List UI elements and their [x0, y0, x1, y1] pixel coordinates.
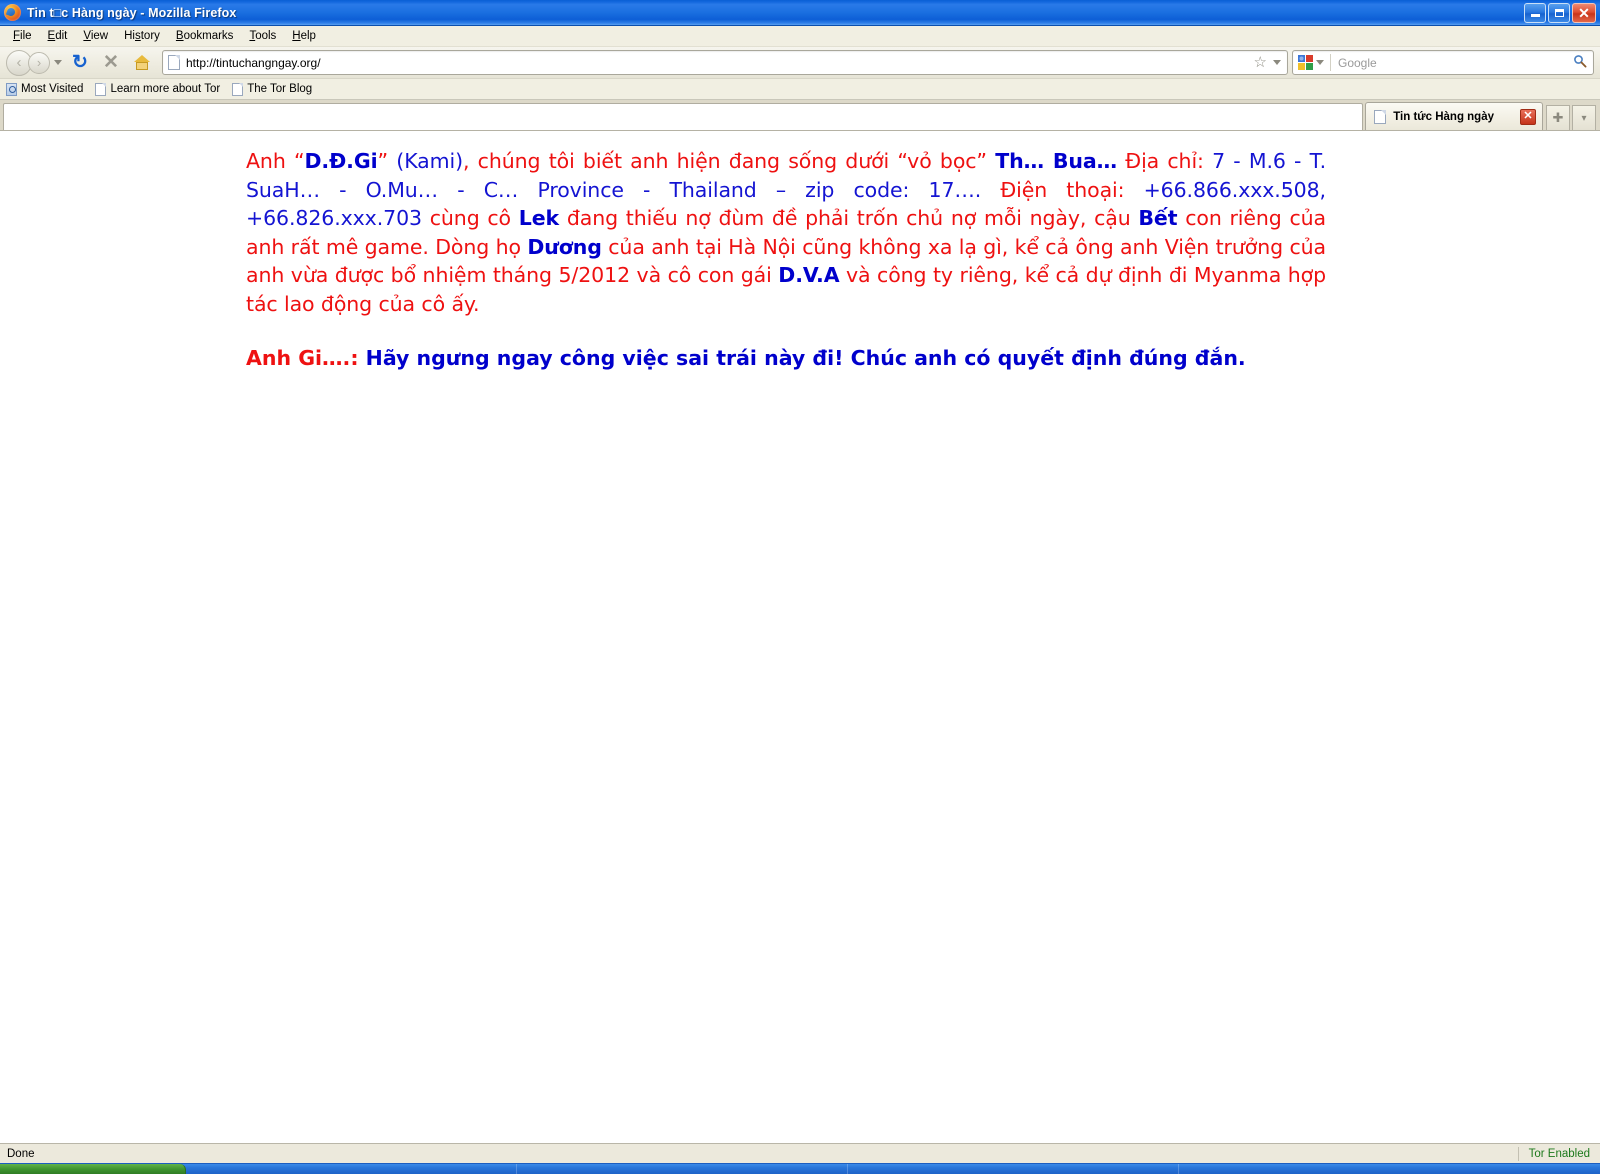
taskbar-item[interactable]	[848, 1164, 1178, 1174]
new-tab-button[interactable]: ✚	[1546, 105, 1570, 130]
minimize-icon	[1530, 14, 1540, 17]
paragraph-main: Anh “D.Đ.Gi” (Kami), chúng tôi biết anh …	[246, 147, 1326, 319]
most-visited-icon	[6, 82, 17, 96]
menu-help[interactable]: Help	[284, 28, 324, 44]
menu-history[interactable]: History	[116, 28, 168, 44]
taskbar-item[interactable]	[186, 1164, 516, 1174]
text-segment: Lek	[518, 206, 560, 231]
bookmark-the-tor-blog[interactable]: The Tor Blog	[232, 82, 313, 96]
text-segment: Anh “	[246, 149, 305, 173]
chevron-down-icon[interactable]	[1273, 60, 1281, 65]
tab-list-button[interactable]: ▾	[1572, 105, 1596, 130]
divider	[1178, 1164, 1179, 1174]
status-text: Done	[7, 1147, 35, 1160]
chevron-left-icon: ‹	[16, 54, 22, 71]
window-controls: ✕	[1524, 2, 1598, 23]
search-icon[interactable]	[1571, 54, 1593, 72]
bookmark-most-visited[interactable]: Most Visited	[6, 82, 84, 96]
menu-view[interactable]: View	[75, 28, 116, 44]
text-segment: Địa chỉ:	[1117, 149, 1213, 173]
reload-icon: ↻	[72, 52, 88, 73]
bookmark-label: Learn more about Tor	[110, 83, 221, 95]
reload-button[interactable]: ↻	[67, 50, 93, 76]
home-button[interactable]	[129, 50, 155, 76]
menu-tools[interactable]: Tools	[241, 28, 284, 44]
close-button[interactable]: ✕	[1572, 2, 1596, 23]
tab-label: Tin tức Hàng ngày	[1393, 110, 1494, 123]
chevron-down-icon[interactable]	[1316, 60, 1324, 65]
bookmarks-toolbar: Most Visited Learn more about Tor The To…	[0, 79, 1600, 100]
page-body: Anh “D.Đ.Gi” (Kami), chúng tôi biết anh …	[0, 131, 1600, 373]
text-segment: Hãy ngưng ngay công việc sai trái này đi…	[358, 345, 1246, 370]
search-bar[interactable]: Google	[1292, 50, 1594, 75]
menu-bar: File Edit View History Bookmarks Tools H…	[0, 26, 1600, 47]
firefox-logo-icon	[4, 4, 21, 21]
page-icon	[1374, 109, 1387, 124]
page-icon	[232, 82, 244, 96]
url-text: http://tintuchangngay.org/	[186, 55, 321, 70]
text-segment: D.V.A	[778, 263, 840, 288]
minimize-button[interactable]	[1524, 2, 1546, 23]
home-icon	[133, 55, 151, 70]
text-segment: Dương	[527, 234, 602, 259]
text-segment: đang thiếu nợ đùm đề phải trốn chủ nợ mỗ…	[559, 206, 1139, 231]
windows-taskbar	[0, 1163, 1600, 1174]
page-content-area: Anh “D.Đ.Gi” (Kami), chúng tôi biết anh …	[0, 131, 1600, 1143]
chevron-down-icon[interactable]	[54, 60, 62, 65]
tab-close-button[interactable]: ✕	[1520, 108, 1536, 125]
bookmark-learn-more-about-tor[interactable]: Learn more about Tor	[95, 82, 221, 96]
paragraph-closing: Anh Gi….: Hãy ngưng ngay công việc sai t…	[246, 344, 1326, 373]
text-segment: D.Đ.Gi	[304, 149, 378, 173]
chevron-right-icon: ›	[36, 55, 42, 70]
taskbar-item[interactable]	[517, 1164, 847, 1174]
text-segment: cùng cô	[421, 206, 519, 231]
text-segment: Điện thoại:	[981, 177, 1144, 202]
tab-strip: Tin tức Hàng ngày ✕ ✚ ▾	[0, 100, 1600, 131]
bookmark-label: Most Visited	[21, 83, 84, 95]
text-segment: Th… Bua…	[995, 149, 1118, 173]
text-segment: Bết	[1138, 206, 1178, 231]
bookmark-label: The Tor Blog	[247, 83, 313, 95]
nav-buttons: ‹ ›	[6, 49, 62, 76]
window-title: Tin t□c Hàng ngày - Mozilla Firefox	[27, 5, 237, 20]
page-icon	[168, 55, 180, 70]
start-button[interactable]	[0, 1164, 186, 1174]
tab-strip-empty-area[interactable]	[3, 103, 1364, 130]
google-icon	[1298, 55, 1313, 70]
stop-button[interactable]: ✕	[98, 50, 124, 76]
tab-tin-tuc-hang-ngay[interactable]: Tin tức Hàng ngày ✕	[1365, 102, 1543, 130]
forward-button[interactable]: ›	[28, 51, 50, 74]
maximize-icon	[1554, 8, 1564, 17]
tor-status-badge[interactable]: Tor Enabled	[1519, 1148, 1600, 1160]
browser-window: Tin t□c Hàng ngày - Mozilla Firefox ✕ Fi…	[0, 0, 1600, 1174]
navigation-toolbar: ‹ › ↻ ✕ http://tintuchangngay.org/ ☆ Goo…	[0, 47, 1600, 79]
window-title-bar: Tin t□c Hàng ngày - Mozilla Firefox ✕	[0, 0, 1600, 26]
menu-edit[interactable]: Edit	[40, 28, 76, 44]
text-segment: (Kami)	[388, 149, 464, 173]
search-input[interactable]: Google	[1331, 56, 1571, 70]
star-icon[interactable]: ☆	[1252, 55, 1271, 70]
close-icon: ✕	[1578, 4, 1590, 21]
status-bar: Done Tor Enabled	[0, 1143, 1600, 1163]
maximize-button[interactable]	[1548, 2, 1570, 23]
text-segment: ”	[377, 149, 389, 173]
menu-bookmarks[interactable]: Bookmarks	[168, 28, 242, 44]
text-segment: Anh Gi….:	[246, 345, 359, 370]
address-bar[interactable]: http://tintuchangngay.org/ ☆	[162, 50, 1288, 75]
page-icon	[95, 82, 107, 96]
menu-file[interactable]: File	[5, 28, 40, 44]
text-segment: , chúng tôi biết anh hiện đang sống dưới…	[463, 149, 996, 173]
close-x-icon: ✕	[103, 52, 119, 73]
